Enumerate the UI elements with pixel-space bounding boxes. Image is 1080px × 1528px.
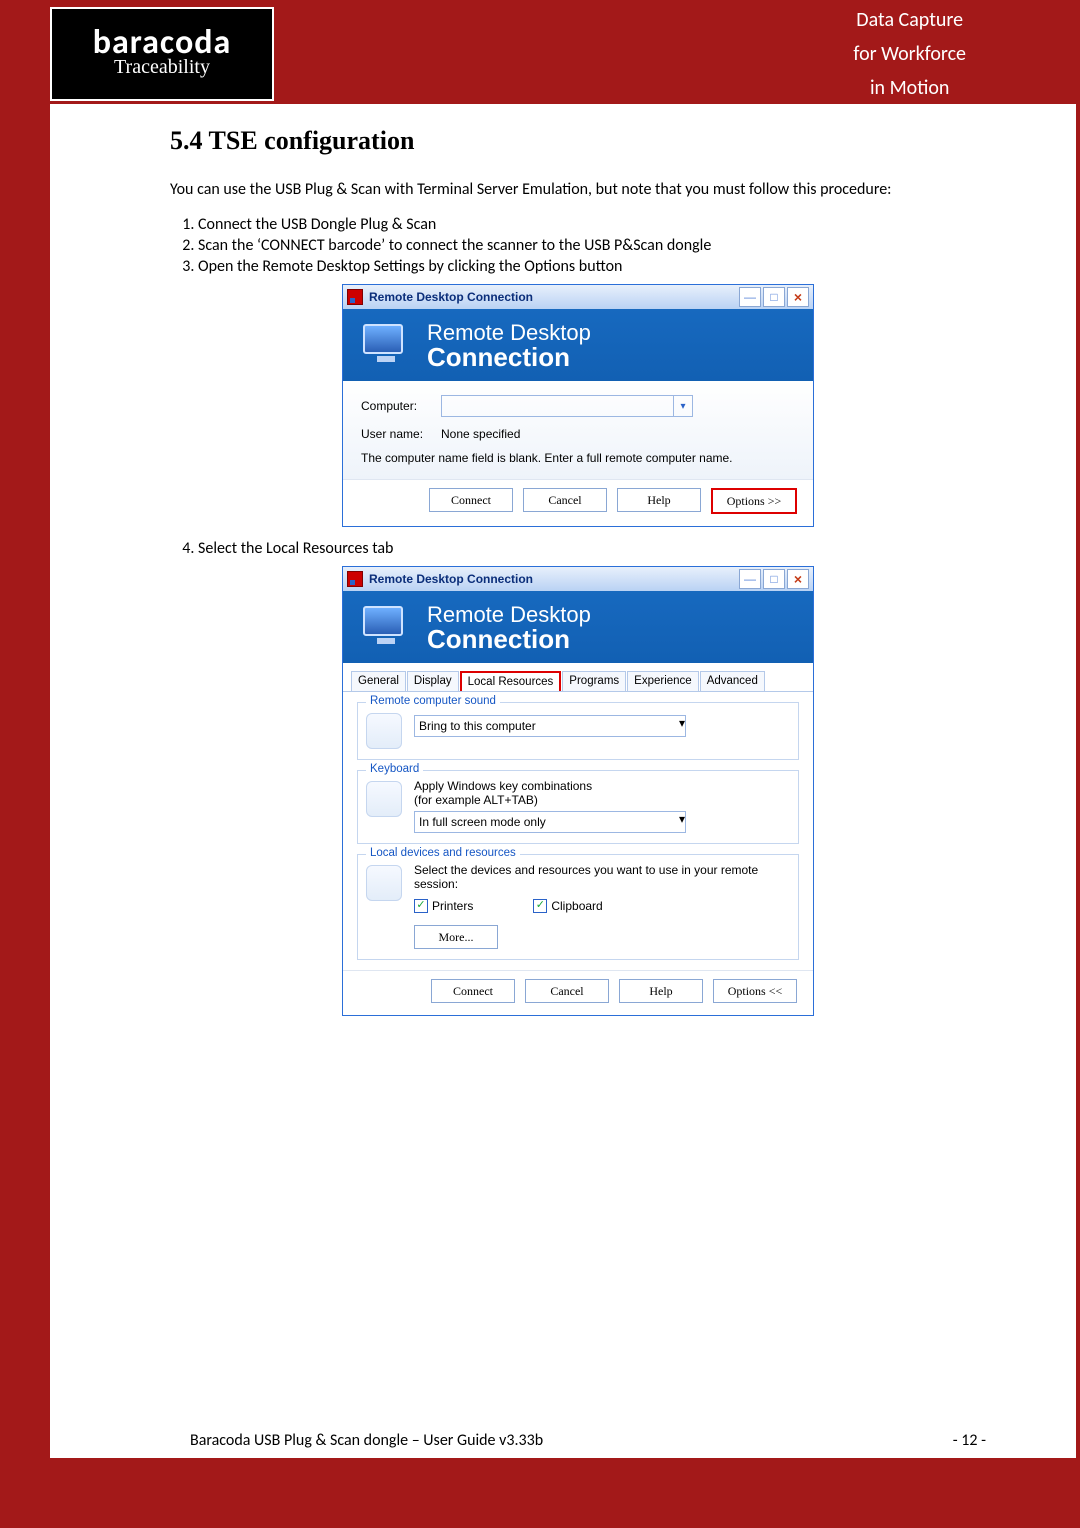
clipboard-checkbox[interactable]: ✓ Clipboard [533,899,602,913]
usb-plug-icon [366,865,402,901]
header-bar: baracoda Traceability Data Capture for W… [50,4,1076,104]
monitor-icon [363,606,409,648]
chevron-down-icon[interactable]: ▾ [679,812,685,832]
close-button[interactable]: × [787,287,809,307]
banner-text: Remote Desktop Connection [427,320,607,369]
sound-value: Bring to this computer [415,716,679,736]
logo-sub: Traceability [114,56,210,79]
intro-paragraph: You can use the USB Plug & Scan with Ter… [170,180,986,199]
options-button[interactable]: Options << [713,979,797,1003]
help-button[interactable]: Help [619,979,703,1003]
rdc-icon [347,571,363,587]
sound-select[interactable]: Bring to this computer ▾ [414,715,686,737]
list-item: Open the Remote Desktop Settings by clic… [198,257,986,276]
printers-checkbox[interactable]: ✓ Printers [414,899,473,913]
window-controls: — □ × [739,569,809,589]
rdc-window-tabs: Remote Desktop Connection — □ × Remote D… [342,566,814,1016]
rdc-banner: Remote Desktop Connection [343,309,813,381]
minimize-button[interactable]: — [739,569,761,589]
maximize-button[interactable]: □ [763,569,785,589]
tagline-line: for Workforce [853,37,966,71]
computer-input[interactable]: ▾ [441,395,693,417]
rdc-body: Computer: ▾ User name: None specified Th… [343,381,813,479]
help-button[interactable]: Help [617,488,701,512]
window-title: Remote Desktop Connection [369,572,739,586]
tab-programs[interactable]: Programs [562,671,626,691]
cancel-button[interactable]: Cancel [525,979,609,1003]
rdc-window-simple: Remote Desktop Connection — □ × Remote D… [342,284,814,527]
steps-list-b: Select the Local Resources tab [198,539,986,558]
legend-local: Local devices and resources [366,847,520,859]
tabstrip: General Display Local Resources Programs… [343,663,813,692]
titlebar: Remote Desktop Connection — □ × [343,567,813,591]
tab-display[interactable]: Display [407,671,459,691]
options-button[interactable]: Options >> [711,488,797,514]
window-title: Remote Desktop Connection [369,290,739,304]
username-label: User name: [361,427,441,441]
tab-experience[interactable]: Experience [627,671,699,691]
keyboard-select[interactable]: In full screen mode only ▾ [414,811,686,833]
page: baracoda Traceability Data Capture for W… [0,0,1080,1528]
footer: Baracoda USB Plug & Scan dongle – User G… [190,1431,986,1450]
rdc-icon [347,289,363,305]
section-title: 5.4 TSE configuration [170,126,986,156]
titlebar: Remote Desktop Connection — □ × [343,285,813,309]
chevron-down-icon[interactable]: ▾ [673,396,692,416]
content: 5.4 TSE configuration You can use the US… [50,104,1076,1016]
tagline-line: in Motion [853,71,966,105]
window-controls: — □ × [739,287,809,307]
cancel-button[interactable]: Cancel [523,488,607,512]
username-value: None specified [441,427,520,441]
keyboard-desc-l2: (for example ALT+TAB) [414,793,790,807]
list-item: Scan the ‘CONNECT barcode’ to connect th… [198,236,986,255]
button-row: Connect Cancel Help Options >> [343,479,813,526]
fieldset-local: Local devices and resources Select the d… [357,854,799,960]
fieldset-keyboard: Keyboard Apply Windows key combinations … [357,770,799,844]
hint-text: The computer name field is blank. Enter … [361,451,795,465]
steps-list-a: Connect the USB Dongle Plug & Scan Scan … [198,215,986,276]
speaker-icon [366,713,402,749]
connect-button[interactable]: Connect [429,488,513,512]
computer-value [442,396,673,416]
button-row: Connect Cancel Help Options << [343,970,813,1015]
printers-label: Printers [432,899,473,913]
logo: baracoda Traceability [50,7,274,101]
banner-text: Remote Desktop Connection [427,602,607,651]
list-item: Select the Local Resources tab [198,539,986,558]
maximize-button[interactable]: □ [763,287,785,307]
banner-line2: Connection [427,628,607,651]
tagline-line: Data Capture [853,3,966,37]
tab-general[interactable]: General [351,671,406,691]
check-icon: ✓ [414,899,428,913]
header-tagline: Data Capture for Workforce in Motion [853,3,1076,105]
clipboard-label: Clipboard [551,899,602,913]
more-button[interactable]: More... [414,925,498,949]
logo-main: baracoda [93,29,232,56]
tab-advanced[interactable]: Advanced [700,671,765,691]
rdc-banner: Remote Desktop Connection [343,591,813,663]
keyboard-value: In full screen mode only [415,812,679,832]
computer-label: Computer: [361,399,441,413]
keyboard-icon [366,781,402,817]
chevron-down-icon[interactable]: ▾ [679,716,685,736]
monitor-icon [363,324,409,366]
banner-line2: Connection [427,346,607,369]
footer-right: - 12 - [953,1431,986,1450]
fieldset-sound: Remote computer sound Bring to this comp… [357,702,799,760]
keyboard-desc-l1: Apply Windows key combinations [414,779,790,793]
close-button[interactable]: × [787,569,809,589]
local-desc: Select the devices and resources you wan… [414,863,790,891]
check-icon: ✓ [533,899,547,913]
minimize-button[interactable]: — [739,287,761,307]
footer-left: Baracoda USB Plug & Scan dongle – User G… [190,1431,543,1450]
legend-keyboard: Keyboard [366,763,423,775]
tab-local-resources[interactable]: Local Resources [460,671,562,691]
list-item: Connect the USB Dongle Plug & Scan [198,215,986,234]
legend-sound: Remote computer sound [366,695,500,707]
connect-button[interactable]: Connect [431,979,515,1003]
